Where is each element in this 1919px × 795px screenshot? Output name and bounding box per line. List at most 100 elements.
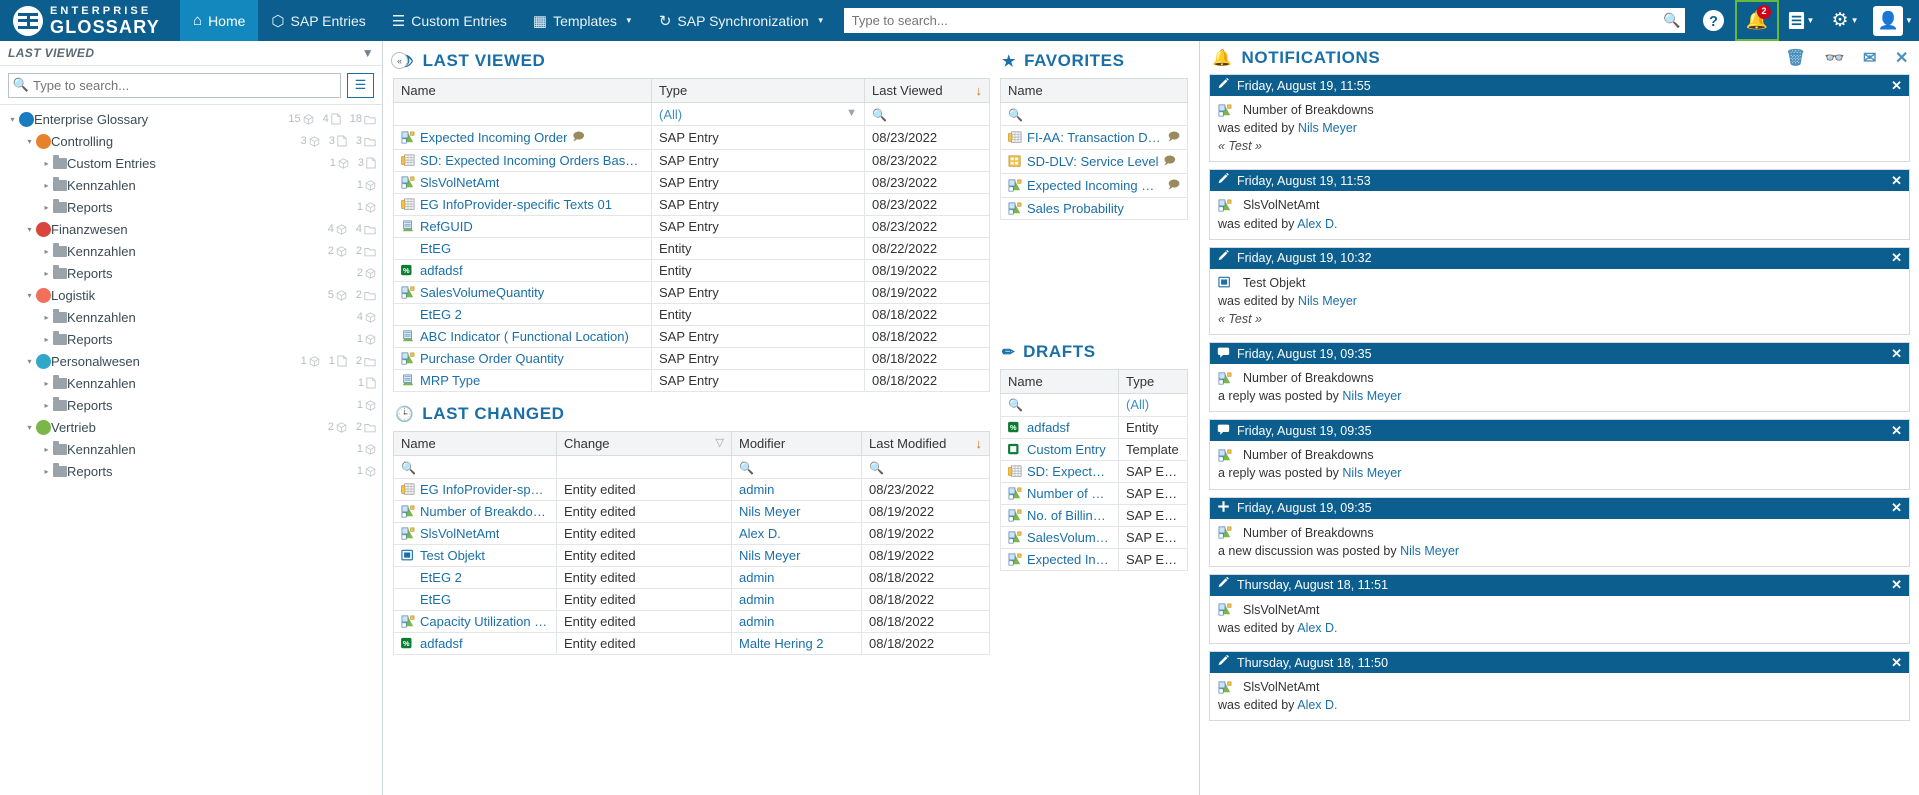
tree-toggle-icon[interactable]: ▾ xyxy=(23,225,36,234)
user-chevron-down-icon[interactable]: ▼ xyxy=(1905,16,1913,25)
sort-descending-icon[interactable]: ↓ xyxy=(976,83,983,98)
notification-actor[interactable]: Nils Meyer xyxy=(1298,294,1357,308)
row-name-link[interactable]: SD: Expected In... xyxy=(1027,464,1111,479)
row-name-link[interactable]: adfadsf xyxy=(1027,420,1070,435)
cell-name[interactable]: Sales Probability xyxy=(1001,198,1188,220)
table-row[interactable]: FI-AA: Transaction Data Report🗩 xyxy=(1001,126,1188,150)
table-row[interactable]: SlsVolNetAmt SAP Entry 08/23/2022 xyxy=(394,172,990,194)
table-row[interactable]: RefGUID SAP Entry 08/23/2022 xyxy=(394,216,990,238)
tree-toggle-icon[interactable]: ▾ xyxy=(23,137,36,146)
cell-modifier[interactable]: admin xyxy=(732,479,862,501)
column-header-type[interactable]: Type xyxy=(652,79,865,103)
row-name-link[interactable]: Number of Breakdowns xyxy=(420,504,549,519)
row-name-link[interactable]: EtEG 2 xyxy=(420,570,462,585)
avatar[interactable]: 👤 xyxy=(1873,6,1903,36)
row-name-link[interactable]: FI-AA: Transaction Data Report xyxy=(1027,130,1163,145)
tree-item-custom-entries[interactable]: ▸ Custom Entries 13 xyxy=(0,152,382,174)
table-row[interactable]: ABC Indicator ( Functional Location) SAP… xyxy=(394,326,990,348)
sidebar-search-input[interactable] xyxy=(33,78,340,93)
column-header-type[interactable]: Type xyxy=(1119,369,1188,393)
chevron-down-icon[interactable]: ▼ xyxy=(817,16,825,25)
nav-item-home[interactable]: ⌂ Home xyxy=(180,0,258,41)
cell-name[interactable]: EtEG 2 xyxy=(394,304,652,326)
tree-item-kennzahlen[interactable]: ▸ Kennzahlen 22 xyxy=(0,240,382,262)
row-name-link[interactable]: Expected Incoming Order xyxy=(420,130,567,145)
row-name-link[interactable]: EtEG xyxy=(420,241,451,256)
close-icon[interactable]: ✕ xyxy=(1891,655,1902,671)
cell-name[interactable]: EtEG 2 xyxy=(394,567,557,589)
cell-name[interactable]: Custom Entry xyxy=(1001,438,1119,460)
nav-item-sap-synchronization[interactable]: ↻ SAP Synchronization ▼ xyxy=(646,0,838,41)
help-icon[interactable]: ? xyxy=(1691,0,1735,41)
user-menu[interactable]: 👤 ▼ xyxy=(1867,0,1919,41)
cell-modifier[interactable]: admin xyxy=(732,589,862,611)
table-row[interactable]: Purchase Order Quantity SAP Entry 08/18/… xyxy=(394,348,990,370)
tree-toggle-icon[interactable]: ▸ xyxy=(40,335,53,344)
table-row[interactable]: SalesVolumeQu... SAP Entry xyxy=(1001,526,1188,548)
gear-chevron-down-icon[interactable]: ▼ xyxy=(1851,16,1859,25)
cell-modifier[interactable]: Malte Hering 2 xyxy=(732,633,862,655)
cell-name[interactable]: SalesVolumeQu... xyxy=(1001,526,1119,548)
cell-name[interactable]: SlsVolNetAmt xyxy=(394,172,652,194)
row-name-link[interactable]: SlsVolNetAmt xyxy=(420,526,499,541)
filter-cell-last-viewed[interactable]: 🔍 xyxy=(865,103,990,126)
table-row[interactable]: Sales Probability xyxy=(1001,198,1188,220)
row-name-link[interactable]: adfadsf xyxy=(420,263,463,278)
tree-toggle-icon[interactable]: ▸ xyxy=(40,159,53,168)
tree-item-kennzahlen[interactable]: ▸ Kennzahlen 1 xyxy=(0,174,382,196)
cell-name[interactable]: SalesVolumeQuantity xyxy=(394,282,652,304)
row-name-link[interactable]: EG InfoProvider-specific Te... xyxy=(420,482,549,497)
tree-item-kennzahlen[interactable]: ▸ Kennzahlen 1 xyxy=(0,372,382,394)
mark-read-icon[interactable]: 👓 xyxy=(1824,48,1845,68)
tree-toggle-icon[interactable]: ▸ xyxy=(40,467,53,476)
filter-cell-type[interactable]: (All)▼ xyxy=(652,103,865,126)
tree-toggle-icon[interactable]: ▸ xyxy=(40,445,53,454)
cell-modifier[interactable]: Nils Meyer xyxy=(732,501,862,523)
global-search-input[interactable] xyxy=(844,9,1659,32)
tree-item-reports[interactable]: ▸ Reports 2 xyxy=(0,262,382,284)
cell-name[interactable]: Expected Incoming Order🗩 xyxy=(394,126,652,150)
table-row[interactable]: Expected Incoming Order🗩 SAP Entry 08/23… xyxy=(394,126,990,150)
notification-actor[interactable]: Nils Meyer xyxy=(1400,544,1459,558)
row-name-link[interactable]: EG InfoProvider-specific Texts 01 xyxy=(420,197,612,212)
tree-item-kennzahlen[interactable]: ▸ Kennzahlen 1 xyxy=(0,438,382,460)
tree-item-reports[interactable]: ▸ Reports 1 xyxy=(0,460,382,482)
filter-cell-type[interactable]: (All) xyxy=(1119,393,1188,416)
notification-actor[interactable]: Nils Meyer xyxy=(1298,121,1357,135)
row-name-link[interactable]: Expected Incomi... xyxy=(1027,552,1111,567)
table-row[interactable]: EtEG Entity edited admin 08/18/2022 xyxy=(394,589,990,611)
cell-name[interactable]: MRP Type xyxy=(394,370,652,392)
tree-item-logistik[interactable]: ▾ Logistik 52 xyxy=(0,284,382,306)
row-name-link[interactable]: Test Objekt xyxy=(420,548,485,563)
notification-card[interactable]: Thursday, August 18, 11:51 ✕ SlsVolNetAm… xyxy=(1209,574,1910,644)
cell-name[interactable]: EtEG xyxy=(394,589,557,611)
nav-item-custom-entries[interactable]: ☰ Custom Entries xyxy=(379,0,520,41)
nav-item-templates[interactable]: ▦ Templates ▼ xyxy=(520,0,646,41)
notification-object[interactable]: Number of Breakdowns xyxy=(1243,101,1374,119)
table-row[interactable]: No. of Billing Ite... SAP Entry xyxy=(1001,504,1188,526)
app-logo[interactable]: ENTERPRISE GLOSSARY xyxy=(0,0,180,41)
close-icon[interactable]: ✕ xyxy=(1891,500,1902,516)
cell-name[interactable]: EtEG xyxy=(394,238,652,260)
nav-item-sap-entries[interactable]: ⬡ SAP Entries xyxy=(258,0,378,41)
table-row[interactable]: SD: Expected In... SAP Entry xyxy=(1001,460,1188,482)
cell-name[interactable]: %adfadsf xyxy=(1001,416,1119,438)
notification-object[interactable]: SlsVolNetAmt xyxy=(1243,601,1319,619)
table-row[interactable]: Number of Breakdowns Entity edited Nils … xyxy=(394,501,990,523)
row-name-link[interactable]: Purchase Order Quantity xyxy=(420,351,564,366)
row-name-link[interactable]: Capacity Utilization Level in... xyxy=(420,614,549,629)
tree-item-controlling[interactable]: ▾ Controlling 333 xyxy=(0,130,382,152)
row-name-link[interactable]: SalesVolumeQuantity xyxy=(420,285,544,300)
row-name-link[interactable]: RefGUID xyxy=(420,219,473,234)
notification-actor[interactable]: Alex D. xyxy=(1297,621,1337,635)
row-name-link[interactable]: EtEG xyxy=(420,592,451,607)
cell-name[interactable]: No. of Billing Ite... xyxy=(1001,504,1119,526)
column-header-name[interactable]: Name xyxy=(394,79,652,103)
row-name-link[interactable]: Sales Probability xyxy=(1027,201,1124,216)
table-row[interactable]: Capacity Utilization Level in... Entity … xyxy=(394,611,990,633)
tree-item-reports[interactable]: ▸ Reports 1 xyxy=(0,196,382,218)
filter-cell-name[interactable]: 🔍 xyxy=(394,456,557,479)
cell-name[interactable]: ABC Indicator ( Functional Location) xyxy=(394,326,652,348)
cell-modifier[interactable]: Alex D. xyxy=(732,523,862,545)
tree-toggle-icon[interactable]: ▾ xyxy=(6,115,19,124)
